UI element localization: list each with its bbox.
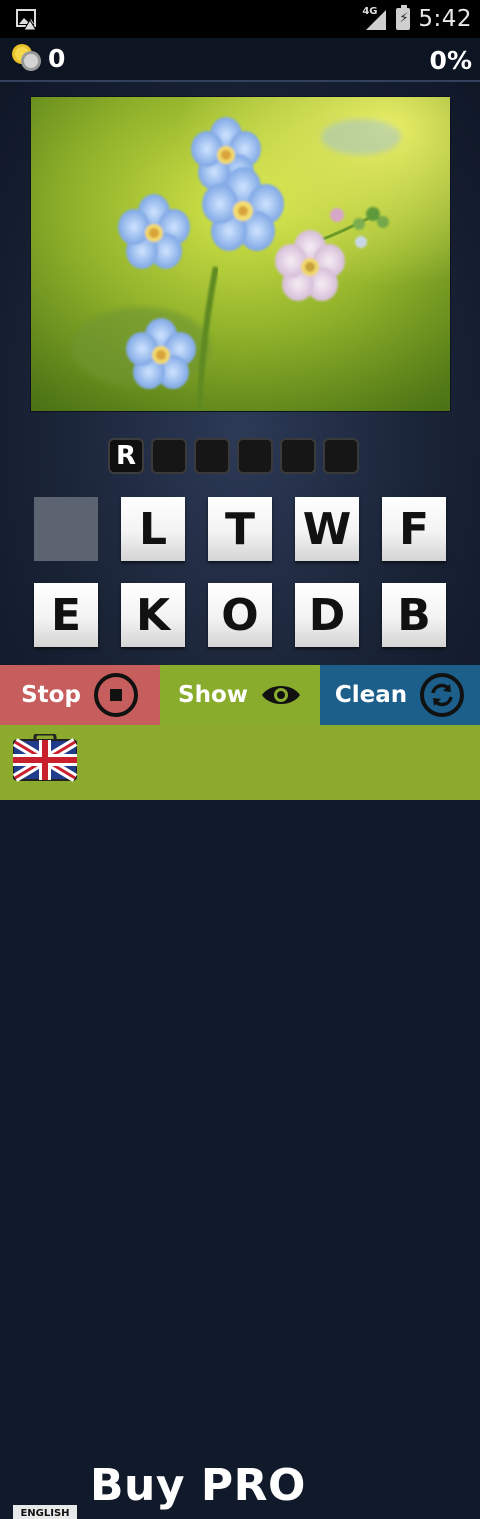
score-bar: 0 0% <box>0 38 480 82</box>
coins-icon <box>10 42 44 74</box>
answer-slot[interactable] <box>151 438 187 474</box>
stop-icon <box>93 672 139 718</box>
eye-icon <box>260 681 302 709</box>
buy-pro-label: Buy PRO <box>90 1460 306 1511</box>
signal-icon: 4G <box>362 6 388 30</box>
status-bar: 4G ⚡ 5:42 <box>0 0 480 38</box>
action-bar: Stop Show Clean <box>0 665 480 725</box>
letter-tile-used <box>34 497 98 561</box>
buy-pro-banner[interactable]: ENGLISH Buy PRO <box>0 725 480 1519</box>
letter-tile[interactable]: F <box>382 497 446 561</box>
refresh-icon <box>419 672 465 718</box>
letter-tile[interactable]: T <box>208 497 272 561</box>
clean-label: Clean <box>334 682 408 708</box>
stop-button[interactable]: Stop <box>0 665 160 725</box>
answer-slot[interactable]: R <box>108 438 144 474</box>
letter-tile[interactable]: K <box>121 583 185 647</box>
progress-percent: 0% <box>429 46 472 75</box>
answer-slot[interactable] <box>194 438 230 474</box>
answer-slot[interactable] <box>280 438 316 474</box>
language-text: ENGLISH <box>20 1508 69 1519</box>
letter-tile[interactable]: D <box>295 583 359 647</box>
show-button[interactable]: Show <box>160 665 320 725</box>
clock: 5:42 <box>418 6 472 32</box>
clean-button[interactable]: Clean <box>320 665 480 725</box>
english-flag-icon <box>12 732 78 790</box>
answer-slot[interactable] <box>237 438 273 474</box>
letter-tile[interactable]: E <box>34 583 98 647</box>
coins-count: 0 <box>48 44 66 73</box>
battery-charging-icon: ⚡ <box>396 5 411 30</box>
letter-tile[interactable]: L <box>121 497 185 561</box>
show-label: Show <box>178 682 248 708</box>
answer-slot[interactable] <box>323 438 359 474</box>
image-notification-icon <box>16 8 38 31</box>
letter-tile[interactable]: O <box>208 583 272 647</box>
puzzle-image <box>30 96 451 412</box>
letter-tile[interactable]: B <box>382 583 446 647</box>
answer-slots: R <box>108 438 359 476</box>
stop-label: Stop <box>21 682 81 708</box>
letter-tile[interactable]: W <box>295 497 359 561</box>
language-label: ENGLISH <box>13 1505 77 1519</box>
